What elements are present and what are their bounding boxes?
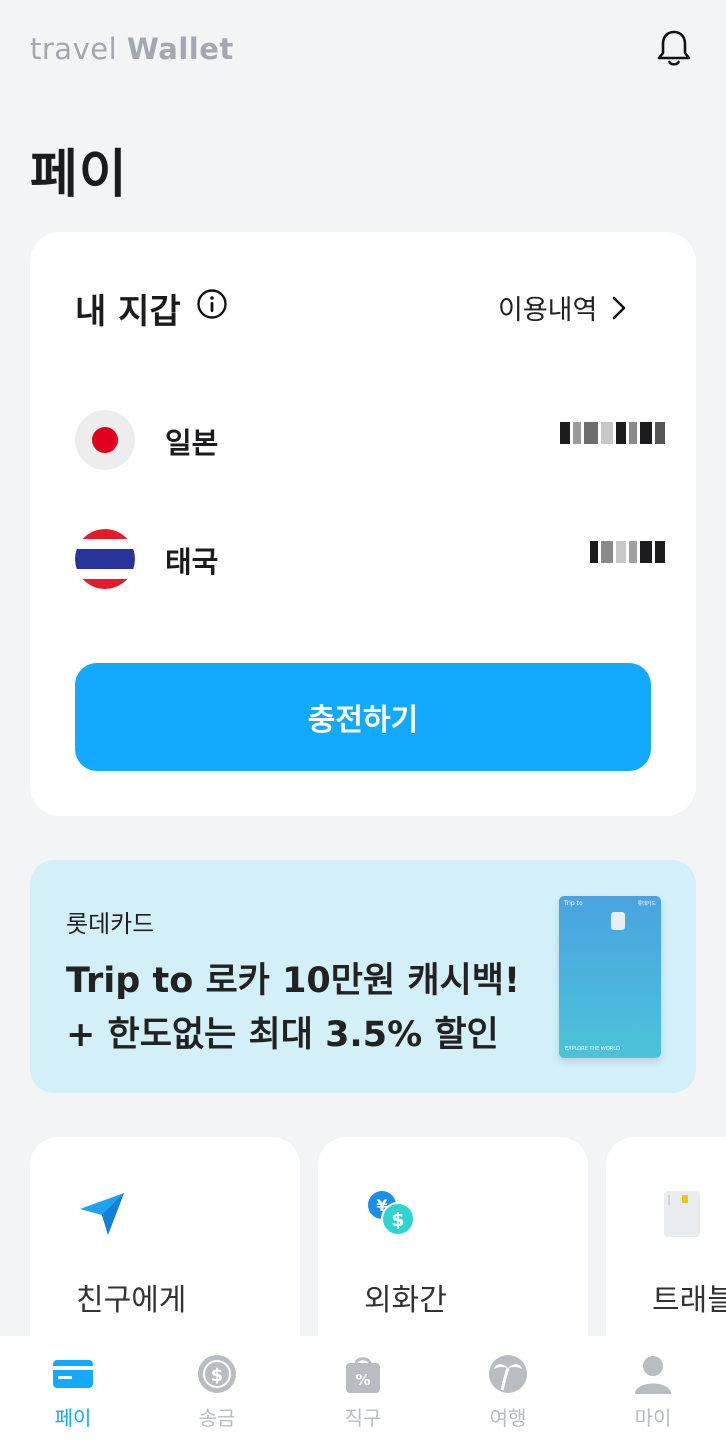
card-footer-text: EXPLORE THE WORLD [565, 1046, 620, 1052]
nav-tab-my[interactable]: 마이 [593, 1354, 713, 1434]
wallet-row-thailand[interactable]: 태국 [75, 529, 665, 589]
japan-flag-icon [75, 410, 135, 470]
nav-tab-travel[interactable]: 여행 [448, 1354, 568, 1434]
banner-subheadline: + 한도없는 최대 3.5% 할인 [66, 1015, 499, 1055]
nav-tab-pay[interactable]: 페이 [13, 1354, 133, 1434]
feature-label: 친구에게 [76, 1283, 187, 1318]
dollar-coin-icon: $ [197, 1354, 237, 1394]
history-link[interactable]: 이용내역 [498, 288, 627, 327]
card-brand-text: Trip to [564, 900, 583, 907]
wallet-title: 내 지갑 [75, 292, 181, 332]
nav-label: 송금 [198, 1406, 236, 1430]
card-icon [652, 1187, 706, 1241]
logo-light-text: travel [30, 32, 127, 66]
bottom-nav: 페이 $ 송금 % 직구 여행 마이 [0, 1336, 726, 1440]
shopping-bag-percent-icon: % [343, 1354, 383, 1394]
nav-label: 여행 [489, 1406, 527, 1430]
nav-label: 페이 [54, 1406, 92, 1430]
nav-label: 마이 [634, 1406, 672, 1430]
svg-text:$: $ [211, 1365, 224, 1386]
feature-label: 트래블 [652, 1283, 726, 1318]
banner-headline: Trip to 로카 10만원 캐시백! [66, 961, 520, 1001]
app-header: travel Wallet [0, 0, 726, 100]
charge-button[interactable]: 충전하기 [75, 663, 651, 771]
card-issuer-text: 롯데카드 [637, 901, 656, 907]
info-icon[interactable] [196, 288, 228, 320]
hidden-amount [560, 418, 665, 448]
promo-card-image: Trip to 롯데카드 EXPLORE THE WORLD [559, 896, 661, 1058]
wallet-card: 내 지갑 이용내역 일본 태국 충전하기 [30, 232, 696, 816]
profile-icon [633, 1354, 673, 1394]
currency-exchange-icon: ¥ $ [364, 1187, 418, 1241]
banner-brand: 롯데카드 [66, 910, 155, 938]
bell-icon[interactable] [652, 26, 696, 70]
chevron-right-icon [613, 296, 626, 319]
promo-banner[interactable]: 롯데카드 Trip to 로카 10만원 캐시백! + 한도없는 최대 3.5%… [30, 860, 696, 1093]
card-icon [53, 1354, 93, 1394]
hidden-amount [590, 537, 665, 567]
send-paper-plane-icon [76, 1187, 130, 1241]
history-label: 이용내역 [498, 295, 598, 326]
nav-tab-shop[interactable]: % 직구 [303, 1354, 423, 1434]
nav-tab-remit[interactable]: $ 송금 [157, 1354, 277, 1434]
logo-bold-text: Wallet [126, 32, 234, 66]
svg-text:%: % [355, 1371, 370, 1389]
thailand-flag-icon [75, 529, 135, 589]
wallet-page: travel Wallet 페이 내 지갑 이용내역 일본 태국 충전하기 롯데… [0, 0, 726, 1440]
app-logo: travel Wallet [30, 32, 234, 66]
nav-label: 직구 [344, 1406, 382, 1430]
wallet-row-japan[interactable]: 일본 [75, 410, 665, 470]
svg-text:$: $ [391, 1209, 404, 1231]
feature-label: 외화간 [364, 1283, 447, 1318]
card-chip [611, 912, 625, 930]
country-name: 태국 [165, 545, 219, 579]
palm-tree-icon [488, 1354, 528, 1394]
page-title: 페이 [30, 145, 128, 205]
country-name: 일본 [165, 426, 219, 460]
